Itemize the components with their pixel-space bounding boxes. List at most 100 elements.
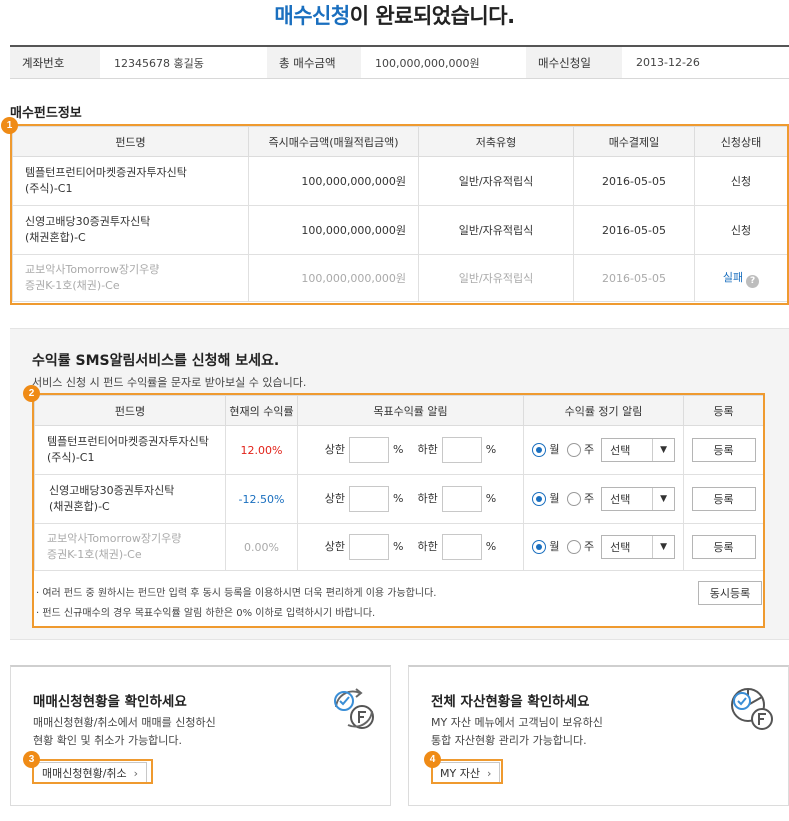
status-cell: 신청 xyxy=(694,205,788,255)
register-button[interactable]: 등록 xyxy=(691,438,756,462)
upper-limit-input[interactable] xyxy=(349,486,390,512)
callout-badge-2: 2 xyxy=(23,385,40,402)
sms-title: 수익률 SMS알림서비스를 신청해 보세요. xyxy=(32,353,280,369)
caret-down-icon: ▼ xyxy=(652,536,674,558)
lower-limit-input[interactable] xyxy=(441,534,482,560)
col-header: 현재의 수익률 xyxy=(225,395,298,426)
callout-badge-4: 4 xyxy=(424,751,441,768)
date-cell: 2016-05-05 xyxy=(573,205,695,255)
select-value: 선택 xyxy=(610,493,631,506)
table-row: 템플턴프런티어마켓증권자투자신탁 (주식)-C1 100,000,000,000원… xyxy=(12,156,788,206)
account-value: 12345678 홍길동 xyxy=(114,56,204,70)
fund-name: 신영고배당30증권투자신탁 (채권혼합)-C xyxy=(34,474,226,524)
bulk-register-button[interactable]: 동시등록 xyxy=(698,581,762,605)
week-label: 주 xyxy=(584,492,595,505)
my-asset-link-button[interactable]: MY 자산 › xyxy=(431,762,501,784)
sms-note-1: · 여러 펀드 중 원하시는 펀드만 입력 후 동시 등록을 이용하시면 더욱 … xyxy=(36,588,437,599)
period-select[interactable]: 선택 ▼ xyxy=(601,535,676,559)
month-label: 월 xyxy=(549,492,560,505)
lower-limit-input[interactable] xyxy=(441,486,482,512)
callout-badge-1: 1 xyxy=(1,117,18,134)
percent-label: % xyxy=(393,492,404,505)
fund-name-line1: 교보악사Tomorrow장기우량 xyxy=(25,263,160,276)
status-cell: 실패? xyxy=(694,254,788,302)
lower-label: 하한 xyxy=(417,492,438,505)
lower-label: 하한 xyxy=(417,443,438,456)
upper-label: 상한 xyxy=(324,492,346,505)
asset-pie-icon xyxy=(731,688,773,730)
amount-cell: 100,000,000,000원 xyxy=(248,254,419,302)
status-failed-link[interactable]: 실패 xyxy=(723,271,743,284)
fund-name-line1: 템플턴프런티어마켓증권자투자신탁 xyxy=(25,166,187,179)
fund-name-line1: 템플턴프런티어마켓증권자투자신탁 xyxy=(47,435,209,448)
fund-name-line1: 신영고배당30증권투자신탁 xyxy=(25,215,151,228)
current-rate: 12.00% xyxy=(225,425,298,475)
register-cell: 등록 xyxy=(683,425,764,475)
question-icon[interactable]: ? xyxy=(746,274,760,288)
sms-subtitle: 서비스 신청 시 펀드 수익률을 문자로 받아보실 수 있습니다. xyxy=(32,376,307,389)
button-label: 매매신청현황/취소 xyxy=(42,767,127,780)
weekly-radio[interactable] xyxy=(566,540,581,554)
table-row: 교보악사Tomorrow장기우량 증권K-1호(채권)-Ce 100,000,00… xyxy=(12,254,788,302)
fund-exchange-icon xyxy=(334,688,374,729)
upper-limit-input[interactable] xyxy=(349,437,390,463)
table-header-row: 펀드명 즉시매수금액(매월적립금액) 저축유형 매수결제일 신청상태 xyxy=(12,126,788,157)
percent-label: % xyxy=(393,540,404,553)
account-label: 계좌번호 xyxy=(10,47,100,78)
weekly-radio[interactable] xyxy=(566,443,581,457)
sms-table: 펀드명 현재의 수익률 목표수익률 알림 수익률 정기 알림 등록 템플턴프런티… xyxy=(34,395,764,571)
percent-label: % xyxy=(485,492,497,505)
upper-limit-input[interactable] xyxy=(349,534,390,560)
card-desc-line1: 매매신청현황/취소에서 매매를 신청하신 xyxy=(33,716,216,729)
caret-down-icon: ▼ xyxy=(652,439,674,461)
fund-name-line2: (채권혼합)-C xyxy=(25,231,86,244)
fund-name-line2: (주식)-C1 xyxy=(47,451,95,464)
fund-name: 교보악사Tomorrow장기우량 증권K-1호(채권)-Ce xyxy=(12,254,249,302)
period-select[interactable]: 선택 ▼ xyxy=(601,487,676,511)
page-title: 매수신청이 완료되었습니다. xyxy=(0,0,789,30)
register-button[interactable]: 등록 xyxy=(691,535,756,559)
card-description: 매매신청현황/취소에서 매매를 신청하신 현황 확인 및 취소가 가능합니다. xyxy=(33,714,263,750)
fund-name-line2: (주식)-C1 xyxy=(25,182,73,195)
monthly-radio[interactable] xyxy=(531,540,546,554)
table-row: 신영고배당30증권투자신탁 (채권혼합)-C -12.50% 상한% 하한% 월 … xyxy=(34,474,764,524)
col-header: 목표수익률 알림 xyxy=(297,395,524,426)
select-value: 선택 xyxy=(610,444,631,457)
date-cell: 2016-05-05 xyxy=(573,156,695,206)
card-title: 매매신청현황을 확인하세요 xyxy=(33,694,187,710)
order-status-card: 매매신청현황을 확인하세요 매매신청현황/취소에서 매매를 신청하신 현황 확인 … xyxy=(10,665,391,806)
title-highlight: 매수신청 xyxy=(274,4,350,28)
upper-label: 상한 xyxy=(324,540,346,553)
asset-status-card: 전체 자산현황을 확인하세요 MY 자산 메뉴에서 고객님이 보유하신 통합 자산… xyxy=(408,665,789,806)
type-cell: 일반/자유적립식 xyxy=(418,156,574,206)
total-amount-label: 총 매수금액 xyxy=(267,47,361,78)
order-status-link-button[interactable]: 매매신청현황/취소 › xyxy=(33,762,148,784)
register-cell: 등록 xyxy=(683,474,764,524)
fund-name-line1: 신영고배당30증권투자신탁 xyxy=(49,484,175,497)
target-alert-cell: 상한% 하한% xyxy=(297,425,524,475)
type-cell: 일반/자유적립식 xyxy=(418,254,574,302)
col-header: 펀드명 xyxy=(12,126,249,157)
target-alert-cell: 상한% 하한% xyxy=(297,523,524,571)
monthly-radio[interactable] xyxy=(531,492,546,506)
lower-label: 하한 xyxy=(417,540,438,553)
status-cell: 신청 xyxy=(694,156,788,206)
order-date-label: 매수신청일 xyxy=(526,47,622,78)
fund-name: 신영고배당30증권투자신탁 (채권혼합)-C xyxy=(12,205,249,255)
total-amount-value: 100,000,000,000원 xyxy=(375,56,480,70)
weekly-radio[interactable] xyxy=(566,492,581,506)
periodic-alert-cell: 월 주 선택 ▼ xyxy=(523,425,684,475)
register-button[interactable]: 등록 xyxy=(691,487,756,511)
table-row: 교보악사Tomorrow장기우량 증권K-1호(채권)-Ce 0.00% 상한% … xyxy=(34,523,764,571)
period-select[interactable]: 선택 ▼ xyxy=(601,438,676,462)
col-header: 등록 xyxy=(683,395,764,426)
chevron-right-icon: › xyxy=(486,766,492,780)
lower-limit-input[interactable] xyxy=(441,437,482,463)
percent-label: % xyxy=(485,540,497,553)
week-label: 주 xyxy=(584,540,595,553)
chevron-right-icon: › xyxy=(133,766,139,780)
monthly-radio[interactable] xyxy=(531,443,546,457)
fund-name: 템플턴프런티어마켓증권자투자신탁 (주식)-C1 xyxy=(12,156,249,206)
register-cell: 등록 xyxy=(683,523,764,571)
col-header: 저축유형 xyxy=(418,126,574,157)
